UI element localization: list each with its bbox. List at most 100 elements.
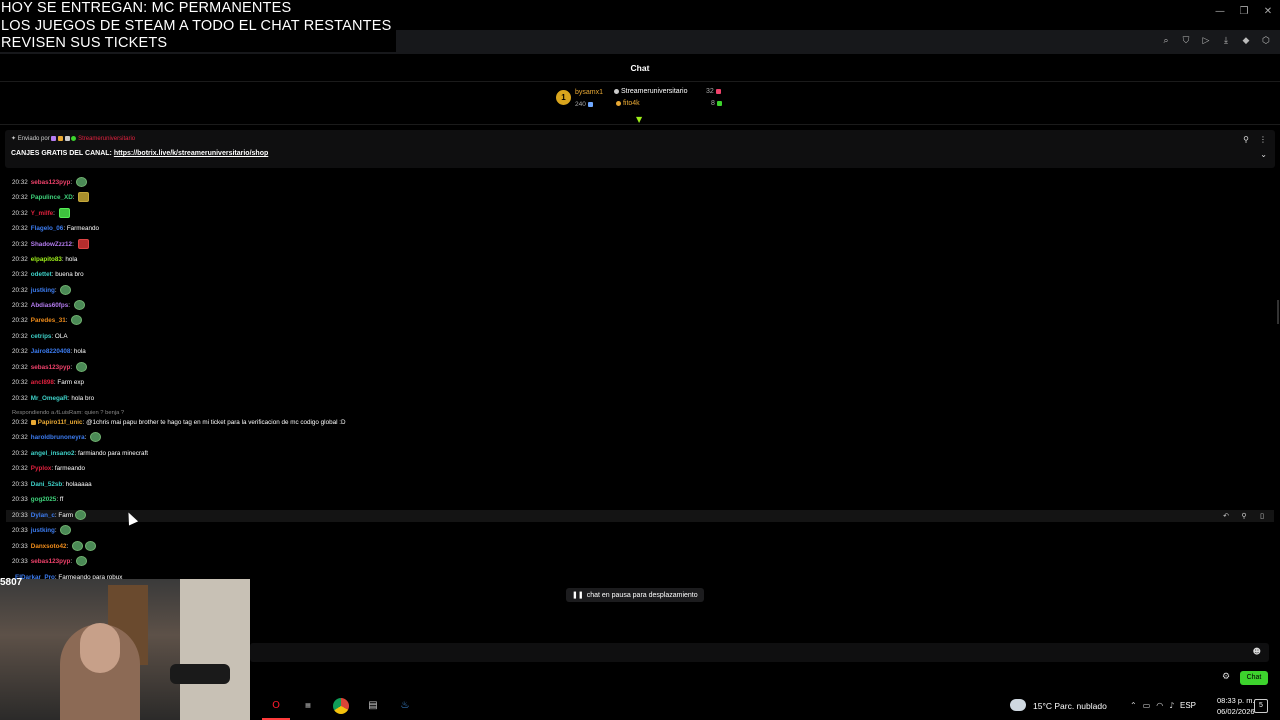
message-username[interactable]: Pyplox: [31, 465, 52, 472]
chat-message[interactable]: 20:32 Papiro11f_unic: @1chris mai papu br…: [12, 417, 1276, 429]
network-icon[interactable]: ▭: [1143, 701, 1151, 710]
message-time: 20:32: [12, 241, 28, 248]
chat-message[interactable]: 20:32 justking:: [12, 285, 1276, 297]
cube-icon[interactable]: ⬡: [1260, 35, 1272, 47]
chevron-down-icon[interactable]: ⌄: [1260, 150, 1267, 159]
chat-message[interactable]: 20:32 Pyplox: farmeando: [12, 463, 1276, 475]
scrollbar[interactable]: [1277, 300, 1279, 324]
pinned-link[interactable]: https://botrix.live/k/streameruniversita…: [114, 150, 268, 157]
chat-message[interactable]: 20:32 haroldbrunoneyra:: [12, 432, 1276, 444]
chevron-up-icon[interactable]: ⌃: [1130, 701, 1137, 710]
chat-message[interactable]: 20:32 elpapito83: hola: [12, 254, 1276, 266]
steam-icon[interactable]: ♨: [397, 698, 413, 714]
message-username[interactable]: sebas123pyp: [31, 364, 71, 371]
volume-icon[interactable]: ♪: [1169, 701, 1174, 710]
shield-icon[interactable]: ⛉: [1180, 35, 1192, 47]
message-username[interactable]: Dylan_c: [31, 512, 55, 519]
message-username[interactable]: cetrips: [31, 333, 52, 340]
chat-message[interactable]: 20:33 Danxsoto42:: [12, 541, 1276, 553]
message-username[interactable]: sebas123pyp: [31, 558, 71, 565]
app-icon[interactable]: ▦: [300, 698, 316, 714]
message-username[interactable]: Y_milfe: [31, 210, 53, 217]
message-username[interactable]: Jairo8220408: [31, 348, 71, 355]
message-colon: :: [66, 543, 70, 550]
chat-input[interactable]: [250, 643, 1219, 662]
play-icon[interactable]: ▷: [1200, 35, 1212, 47]
clock[interactable]: 08:33 p. m. 06/02/2026: [1217, 695, 1255, 717]
chat-paused-banner[interactable]: ❚❚ chat en pausa para desplazamiento: [566, 588, 704, 602]
collapse-arrow-icon[interactable]: ▼: [636, 115, 642, 124]
opera-icon[interactable]: O: [268, 698, 284, 714]
reply-context[interactable]: Respondiendo a ⁄tLuisRam: quien ? benja …: [12, 408, 124, 418]
chat-message[interactable]: 20:33 Dani_52sb: holaaaaa: [12, 479, 1276, 491]
leader-left-name[interactable]: bysamx1: [575, 89, 603, 96]
search-icon[interactable]: ⌕: [1160, 35, 1172, 47]
chat-message[interactable]: 20:33 Dylan_c: Farm ↶ ⚲ ▯: [6, 510, 1274, 522]
leader-right-top-name[interactable]: Streameruniversitario: [614, 88, 687, 95]
emote-icon: [84, 541, 96, 552]
message-username[interactable]: angel_insano2: [31, 450, 75, 457]
chrome-icon[interactable]: [333, 698, 349, 714]
send-chat-button[interactable]: Chat: [1240, 671, 1268, 685]
files-icon[interactable]: ▤: [365, 698, 381, 714]
message-username[interactable]: gog2025: [31, 496, 57, 503]
chat-message[interactable]: 20:32 sebas123pyp:: [12, 362, 1276, 374]
message-username[interactable]: odettet: [31, 271, 52, 278]
message-username[interactable]: Dani_52sb: [31, 481, 63, 488]
message-username[interactable]: Mr_OmegaR: [31, 395, 68, 402]
message-username[interactable]: justking: [31, 527, 55, 534]
unpin-icon[interactable]: ⚲: [1243, 135, 1249, 144]
chat-message[interactable]: 20:32 Jairo8220408: hola: [12, 346, 1276, 358]
close-icon[interactable]: ✕: [1256, 6, 1280, 17]
chat-message[interactable]: 20:32 Y_milfe:: [12, 208, 1276, 220]
chat-message[interactable]: 20:32 Flagelo_06: Farmeando: [12, 223, 1276, 235]
message-username[interactable]: Abdias60fps: [31, 302, 68, 309]
chat-message[interactable]: 20:32 cetrips: OLA: [12, 331, 1276, 343]
chat-messages[interactable]: 20:32 sebas123pyp: 20:32 Papulince_XD: 20:…: [0, 175, 1280, 583]
message-text: Farm: [58, 512, 74, 519]
message-username[interactable]: ShadowZzz12: [31, 241, 72, 248]
message-username[interactable]: haroldbrunoneyra: [31, 434, 85, 441]
message-username[interactable]: ancl898: [31, 379, 54, 386]
chat-message[interactable]: 20:33 justking:: [12, 525, 1276, 537]
message-username[interactable]: elpapito83: [31, 256, 62, 263]
pin-icon[interactable]: ⚲: [1238, 510, 1250, 522]
chat-message[interactable]: 20:32 odettet: buena bro: [12, 269, 1276, 281]
overlay-line-3: REVISEN SUS TICKETS: [1, 35, 168, 51]
message-username[interactable]: sebas123pyp: [31, 179, 71, 186]
chat-message[interactable]: 20:32 ancl898: Farm exp: [12, 377, 1276, 389]
wifi-icon[interactable]: ◠: [1156, 701, 1163, 710]
chat-input-box[interactable]: ☻: [250, 643, 1269, 662]
gear-icon[interactable]: ⚙: [1222, 672, 1230, 682]
chat-message[interactable]: 20:33 gog2025: ff: [12, 494, 1276, 506]
message-username[interactable]: justking: [31, 287, 55, 294]
download-icon[interactable]: ⤓: [1220, 35, 1232, 47]
restore-icon[interactable]: ❐: [1232, 6, 1256, 17]
notifications-icon[interactable]: 5: [1254, 699, 1268, 713]
chat-message[interactable]: 20:32 ShadowZzz12:: [12, 239, 1276, 251]
language-indicator[interactable]: ESP: [1180, 701, 1196, 710]
chat-message[interactable]: 20:32 Abdias60fps:: [12, 300, 1276, 312]
delete-icon[interactable]: ▯: [1256, 510, 1268, 522]
chat-message[interactable]: 20:33 sebas123pyp:: [12, 556, 1276, 568]
emoji-icon[interactable]: ☻: [1253, 647, 1261, 656]
chat-message[interactable]: 20:32 Papulince_XD:: [12, 192, 1276, 204]
weather-icon[interactable]: [1010, 699, 1026, 711]
chat-message[interactable]: 20:32 sebas123pyp:: [12, 177, 1276, 189]
chat-message[interactable]: 20:32 angel_insano2: farmiando para minec…: [12, 448, 1276, 460]
leader-right-bottom-name[interactable]: fito4k: [616, 100, 640, 107]
more-icon[interactable]: ⋮: [1259, 135, 1267, 144]
diamond-icon[interactable]: ◆: [1240, 35, 1252, 47]
message-username[interactable]: Paredes_31: [31, 317, 66, 324]
pinned-by-user[interactable]: Streameruniversitario: [78, 136, 135, 142]
weather-text[interactable]: 15°C Parc. nublado: [1033, 701, 1107, 711]
message-username[interactable]: Papiro11f_unic: [38, 419, 83, 426]
message-username[interactable]: Flagelo_06: [31, 225, 64, 232]
webcam-wall: [180, 579, 250, 720]
reply-icon[interactable]: ↶: [1220, 510, 1232, 522]
message-username[interactable]: Danxsoto42: [31, 543, 67, 550]
chat-message[interactable]: 20:32 Paredes_31:: [12, 315, 1276, 327]
message-username[interactable]: Papulince_XD: [31, 194, 73, 201]
chat-message[interactable]: 20:32 Mr_OmegaR: hola bro: [12, 393, 1276, 405]
minimize-icon[interactable]: —: [1208, 6, 1232, 17]
